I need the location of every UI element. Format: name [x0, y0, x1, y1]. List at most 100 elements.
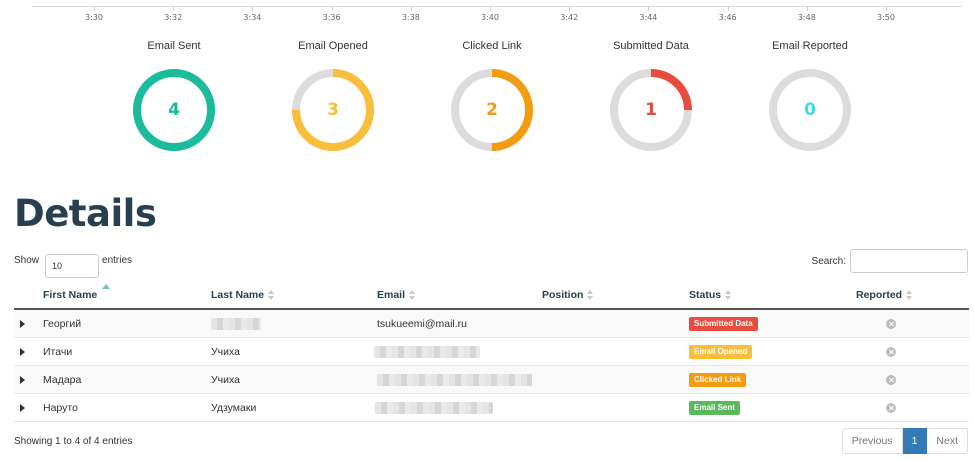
- search-input[interactable]: [850, 249, 968, 273]
- search-label: Search:: [811, 255, 846, 267]
- table-info: Showing 1 to 4 of 4 entries: [14, 436, 133, 447]
- th-label: First Name: [43, 289, 98, 301]
- th-email[interactable]: Email: [377, 289, 416, 301]
- stat-email-reported: Email Reported 0: [740, 38, 880, 154]
- sort-icon: [268, 290, 275, 300]
- previous-page-button[interactable]: Previous: [841, 428, 903, 454]
- cell-first-name: Мадара: [43, 374, 82, 386]
- redacted-text: [377, 374, 532, 387]
- donut-value: 1: [645, 100, 657, 120]
- status-badge: Email Opened: [689, 345, 753, 360]
- stat-title: Clicked Link: [462, 40, 522, 52]
- th-position[interactable]: Position: [542, 289, 594, 301]
- page-1-button[interactable]: 1: [902, 428, 928, 454]
- cell-email: [375, 394, 493, 422]
- sort-icon: [409, 290, 416, 300]
- stat-submitted-data: Submitted Data 1: [581, 38, 721, 154]
- th-status[interactable]: Status: [689, 289, 732, 301]
- search-control: Search:: [812, 249, 968, 273]
- entries-select[interactable]: 10: [45, 254, 100, 278]
- th-reported[interactable]: Reported: [856, 289, 913, 301]
- table-row[interactable]: Итачи Учиха Email Opened: [14, 338, 969, 366]
- timeline-tick-label: 3:46: [718, 13, 737, 22]
- cell-last-name: Учиха: [211, 346, 240, 358]
- timeline-tick: [94, 6, 95, 11]
- show-entries-control: Show 10 entries: [14, 250, 133, 278]
- stat-clicked-link: Clicked Link 2: [422, 38, 562, 154]
- timeline-tick-label: 3:34: [243, 13, 262, 22]
- pagination: Previous 1 Next: [841, 428, 968, 454]
- stat-email-sent: Email Sent 4: [104, 38, 244, 154]
- cell-last-name: Удзумаки: [211, 402, 257, 414]
- th-label: Email: [377, 289, 406, 301]
- next-page-button[interactable]: Next: [927, 428, 968, 454]
- entries-label: entries: [102, 254, 133, 266]
- donut-value: 0: [804, 100, 816, 120]
- timeline-tick: [410, 6, 412, 11]
- timeline-chart: 3:30 3:32 3:34 3:36 3:38 3:40 3:42 3:44 3:46 3:48…: [32, 0, 962, 28]
- donut-chart: 2: [448, 66, 536, 154]
- timeline-tick: [806, 6, 808, 11]
- details-table: First Name Last Name Email Position Stat…: [14, 282, 969, 422]
- donut-value: 2: [486, 100, 498, 120]
- table-header: First Name Last Name Email Position Stat…: [14, 282, 969, 310]
- timeline-tick-label: 3:32: [164, 13, 183, 22]
- redacted-text: [211, 318, 261, 331]
- cell-first-name: Итачи: [43, 346, 73, 358]
- timeline-tick-label: 3:30: [85, 13, 103, 22]
- timeline-tick: [331, 6, 333, 11]
- th-label: Position: [542, 289, 584, 301]
- th-first-name[interactable]: First Name: [43, 284, 110, 301]
- sort-icon: [906, 290, 913, 300]
- donut-value: 3: [327, 100, 339, 120]
- expand-caret-icon[interactable]: [20, 320, 25, 328]
- stat-title: Submitted Data: [613, 40, 689, 52]
- cell-status: Clicked Link: [689, 366, 747, 394]
- not-reported-icon: [886, 319, 896, 329]
- timeline-tick: [886, 6, 887, 11]
- redacted-text: [374, 346, 480, 359]
- timeline-tick: [490, 6, 491, 11]
- cell-last-name: Учиха: [211, 374, 240, 386]
- timeline-tick: [727, 6, 729, 11]
- not-reported-icon: [886, 347, 896, 357]
- donut-value: 4: [168, 100, 180, 120]
- timeline-tick-label: 3:50: [877, 13, 895, 22]
- stat-title: Email Opened: [298, 40, 368, 52]
- donut-chart: 1: [607, 66, 695, 154]
- cell-email: [374, 338, 480, 366]
- stat-title: Email Reported: [772, 40, 848, 52]
- table-row[interactable]: Наруто Удзумаки Email Sent: [14, 394, 969, 422]
- cell-status: Submitted Data: [689, 310, 758, 338]
- expand-caret-icon[interactable]: [20, 404, 25, 412]
- donut-chart: 0: [766, 66, 854, 154]
- th-label: Status: [689, 289, 722, 301]
- sort-asc-icon: [102, 284, 110, 289]
- table-row[interactable]: Мадара Учиха Clicked Link: [14, 366, 969, 394]
- timeline-tick: [648, 6, 650, 11]
- sort-icon: [587, 290, 594, 300]
- timeline-tick-label: 3:42: [560, 13, 579, 22]
- timeline-tick-label: 3:36: [322, 13, 341, 22]
- stats-row: Email Sent 4 Email Opened 3 Clicked Link…: [0, 38, 974, 168]
- timeline-tick-label: 3:44: [639, 13, 658, 22]
- redacted-text: [375, 402, 493, 415]
- th-last-name[interactable]: Last Name: [211, 289, 275, 301]
- timeline-tick-label: 3:48: [797, 13, 816, 22]
- table-row[interactable]: Георгий tsukueemi@mail.ru Submitted Data: [14, 310, 969, 338]
- cell-first-name: Наруто: [43, 402, 78, 414]
- cell-status: Email Opened: [689, 338, 753, 366]
- stat-title: Email Sent: [147, 40, 201, 52]
- not-reported-icon: [886, 403, 896, 413]
- timeline-tick-label: 3:38: [401, 13, 420, 22]
- expand-caret-icon[interactable]: [20, 348, 25, 356]
- timeline-tick: [252, 6, 254, 11]
- show-label: Show: [14, 254, 40, 266]
- th-label: Last Name: [211, 289, 265, 301]
- cell-email: tsukueemi@mail.ru: [377, 318, 468, 330]
- timeline-tick: [569, 6, 571, 11]
- cell-email: [377, 366, 532, 394]
- timeline-tick: [173, 6, 175, 11]
- expand-caret-icon[interactable]: [20, 376, 25, 384]
- details-heading: Details: [14, 192, 157, 235]
